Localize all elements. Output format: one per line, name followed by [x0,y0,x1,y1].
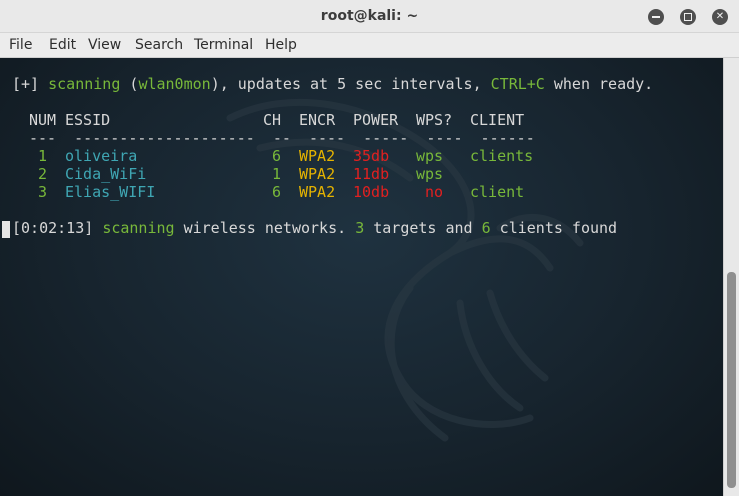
row2-ch: 1 [272,165,282,183]
clients-count: 6 [481,219,491,237]
minimize-button[interactable] [648,9,664,25]
header-num: NUM [29,111,57,129]
scrollbar-thumb[interactable] [727,272,736,488]
row1-essid: oliveira [65,147,138,165]
status-scanning: scanning [102,219,175,237]
row1-wps: wps [416,147,444,165]
header-power: POWER [353,111,399,129]
interval-text: ), updates at 5 sec intervals, [210,75,491,93]
row3-encr: WPA2 [299,183,336,201]
row1-client: clients [470,147,534,165]
menu-help[interactable]: Help [265,37,297,53]
menu-edit[interactable]: Edit [49,37,76,53]
header-ch: CH [263,111,282,129]
header-wps: WPS? [416,111,453,129]
row3-client: client [470,183,525,201]
row1-num: 1 [38,147,48,165]
maximize-button[interactable] [680,9,696,25]
table-separator: --- -------------------- -- ---- ----- -… [29,129,535,147]
interface-name: wlan0mon [138,75,211,93]
scanning-word: scanning [48,75,121,93]
row3-essid: Elias_WIFI [65,183,156,201]
row3-wps: no [425,183,444,201]
window-title: root@kali: ~ [320,8,419,24]
menu-file[interactable]: File [9,37,32,53]
row2-essid: Cida_WiFi [65,165,147,183]
targets-label: targets and [364,219,482,237]
row2-num: 2 [38,165,48,183]
row3-num: 3 [38,183,48,201]
row3-power: 10db [353,183,390,201]
prefix: [+] [12,75,49,93]
row3-ch: 6 [272,183,282,201]
row2-wps: wps [416,165,444,183]
header-encr: ENCR [299,111,336,129]
terminal-cursor [2,221,10,238]
clients-label: clients found [490,219,618,237]
terminal-output[interactable]: [+] scanning (wlan0mon), updates at 5 se… [0,58,723,496]
scan-info-line: [+] scanning (wlan0mon), updates at 5 se… [12,75,653,93]
row2-power: 11db [353,165,390,183]
when-ready-text: when ready. [544,75,654,93]
row1-ch: 6 [272,147,282,165]
title-bar[interactable]: root@kali: ~ ✕ [0,0,739,33]
terminal-window: root@kali: ~ ✕ File Edit View Search Ter… [0,0,739,496]
scrollbar[interactable] [723,58,739,496]
header-essid: ESSID [65,111,111,129]
ctrl-c-hint: CTRL+C [490,75,545,93]
close-button[interactable]: ✕ [712,9,728,25]
elapsed-time: [0:02:13] [12,219,103,237]
menu-bar: File Edit View Search Terminal Help [0,33,739,58]
row1-power: 35db [353,147,390,165]
targets-count: 3 [355,219,365,237]
menu-search[interactable]: Search [135,37,183,53]
close-icon: ✕ [715,11,725,22]
status-mid: wireless networks. [174,219,356,237]
row1-encr: WPA2 [299,147,336,165]
menu-terminal[interactable]: Terminal [194,37,253,53]
status-line: [0:02:13] scanning wireless networks. 3 … [12,219,617,237]
row2-encr: WPA2 [299,165,336,183]
menu-view[interactable]: View [88,37,121,53]
header-client: CLIENT [470,111,525,129]
maximize-icon [684,13,692,21]
paren-open: ( [120,75,139,93]
minimize-icon [652,16,660,18]
